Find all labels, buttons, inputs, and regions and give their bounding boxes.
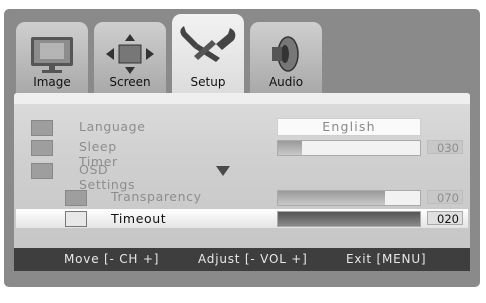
hand-icon [31,163,53,179]
tab-label-audio: Audio [268,75,304,89]
timeout-slider-fill [278,212,420,226]
timeout-label: Timeout [111,211,167,226]
transparency-slider[interactable] [277,190,421,206]
sleep-timer-slider-fill [278,141,303,155]
stopwatch-icon [65,211,87,227]
footer-exit-hint: Exit [MENU] [346,252,427,266]
clock-icon [31,140,53,156]
tab-image[interactable]: Image [16,22,88,93]
transparency-icon [65,190,87,206]
footer-adjust-hint: Adjust [- VOL +] [198,252,308,266]
speaker-icon [272,36,299,72]
language-icon [31,120,53,136]
sleep-timer-value: 030 [427,140,463,155]
transparency-label: Transparency [111,189,202,204]
panel-top-highlight [14,93,470,104]
screen-arrows-icon [106,34,154,74]
osd-settings-label: OSD Settings [79,162,136,192]
tab-screen[interactable]: Screen [94,22,166,93]
sleep-timer-slider[interactable] [277,140,421,156]
tab-setup[interactable]: Setup [172,14,244,93]
language-label: Language [79,119,146,134]
timeout-slider[interactable] [277,211,421,227]
tv-icon [31,37,73,73]
timeout-value: 020 [427,211,463,226]
tab-label-screen: Screen [109,75,151,89]
tab-label-setup: Setup [190,75,226,89]
transparency-slider-fill [278,191,385,205]
footer-move-hint: Move [- CH +] [64,252,160,266]
tab-audio[interactable]: Audio [250,22,322,93]
expand-triangle-icon[interactable] [215,165,231,177]
language-select[interactable]: English [277,118,421,136]
footer-help-bar: Move [- CH +] Adjust [- VOL +] Exit [MEN… [14,248,470,271]
transparency-value: 070 [427,190,463,205]
tab-label-image: Image [33,75,71,89]
tools-icon [180,26,236,62]
